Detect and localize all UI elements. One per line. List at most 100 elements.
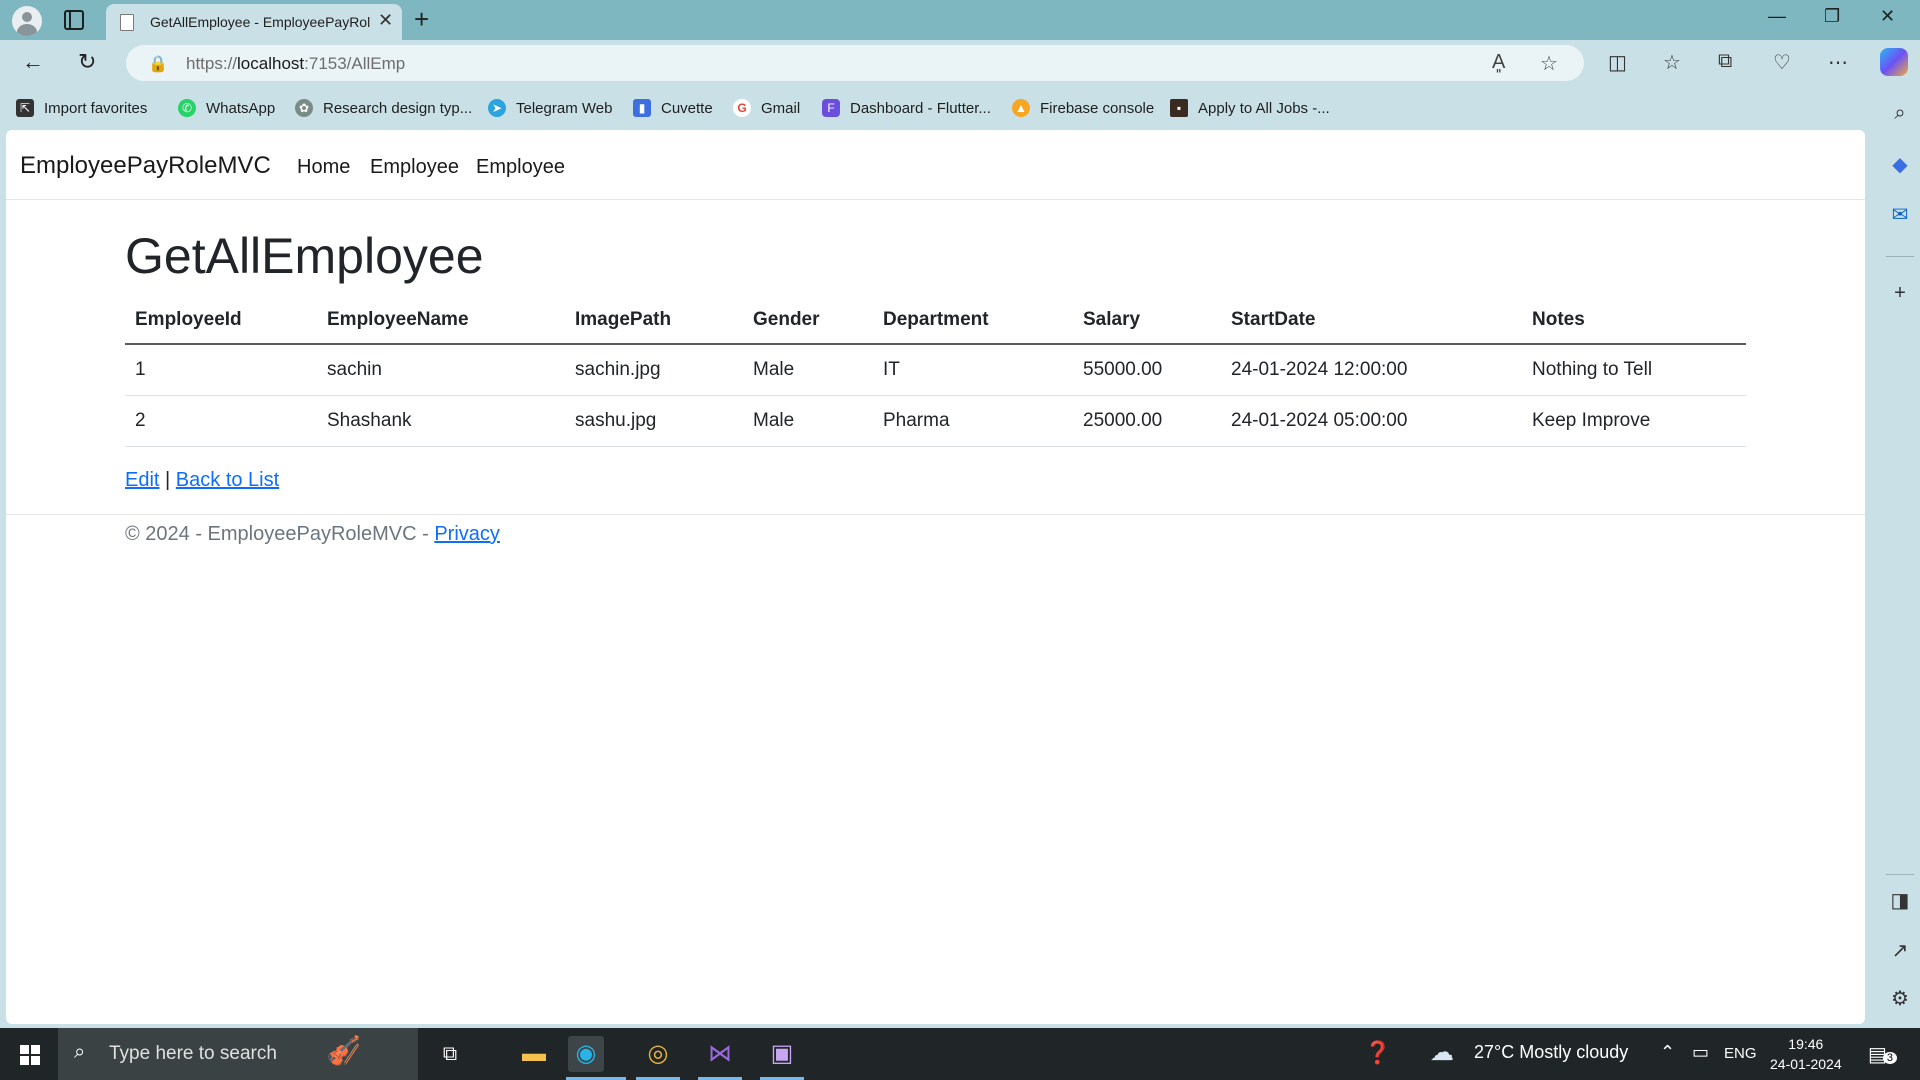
cell-salary: 25000.00 xyxy=(1073,395,1221,447)
favorite-gmail[interactable]: G Gmail xyxy=(733,99,800,117)
search-highlight-icon: 🎻 xyxy=(326,1035,361,1066)
chatgpt-icon: ✿ xyxy=(295,99,313,117)
site-navbar: EmployeePayRoleMVC Home Employee Employe… xyxy=(6,130,1865,200)
taskbar-search[interactable]: ⌕ Type here to search 🎻 xyxy=(58,1028,418,1080)
cell-employee-id: 1 xyxy=(125,344,317,396)
search-placeholder: Type here to search xyxy=(109,1043,277,1064)
edge-sidebar: ⌕ ◆ ✉ + ◨ ↗ ⚙ xyxy=(1880,88,1920,1028)
copilot-icon[interactable] xyxy=(1880,48,1908,76)
back-icon[interactable]: ← xyxy=(22,49,44,75)
sidebar-add-icon[interactable]: + xyxy=(1888,282,1912,305)
cell-image-path: sashu.jpg xyxy=(565,395,743,447)
edge-icon[interactable]: ◉ xyxy=(568,1036,604,1072)
favorites-icon[interactable]: ☆ xyxy=(1663,50,1681,75)
cell-notes: Keep Improve xyxy=(1522,395,1746,447)
file-explorer-icon[interactable]: ▬ xyxy=(516,1036,552,1072)
nav-home[interactable]: Home xyxy=(297,156,350,179)
cell-image-path: sachin.jpg xyxy=(565,344,743,396)
employee-table: EmployeeId EmployeeName ImagePath Gender… xyxy=(125,295,1746,447)
sidebar-outlook-icon[interactable]: ✉ xyxy=(1888,202,1912,227)
nav-employee-2[interactable]: Employee xyxy=(476,156,565,179)
jobs-site-icon: ▪ xyxy=(1170,99,1188,117)
site-brand[interactable]: EmployeePayRoleMVC xyxy=(20,152,271,180)
page-favicon-icon xyxy=(120,14,134,31)
column-header: Department xyxy=(873,295,1073,345)
cell-notes: Nothing to Tell xyxy=(1522,344,1746,396)
column-header: ImagePath xyxy=(565,295,743,345)
clock[interactable]: 19:46 24-01-2024 xyxy=(1770,1034,1842,1074)
whatsapp-icon: ✆ xyxy=(178,99,196,117)
favorite-star-icon[interactable]: ☆ xyxy=(1540,51,1558,76)
active-tab[interactable]: GetAllEmployee - EmployeePayRoleMVC ✕ xyxy=(106,4,402,40)
import-favorites-icon: ⇱ xyxy=(16,99,34,117)
column-header: EmployeeName xyxy=(317,295,565,345)
sidebar-external-icon[interactable]: ↗ xyxy=(1888,938,1912,963)
table-row: 1 sachin sachin.jpg Male IT 55000.00 24-… xyxy=(125,344,1746,396)
tab-actions-icon[interactable] xyxy=(64,10,84,30)
restore-icon[interactable]: ❐ xyxy=(1824,6,1840,27)
profile-avatar-icon[interactable] xyxy=(12,6,42,36)
flutterflow-icon: F xyxy=(822,99,840,117)
tab-title: GetAllEmployee - EmployeePayRoleMVC xyxy=(150,14,370,30)
windows-start-icon[interactable] xyxy=(20,1045,40,1065)
minimize-icon[interactable]: — xyxy=(1768,6,1786,27)
favorite-cuvette[interactable]: ▮ Cuvette xyxy=(633,99,713,117)
visual-studio-icon[interactable]: ⋈ xyxy=(702,1036,738,1072)
telegram-icon: ➤ xyxy=(488,99,506,117)
cell-department: Pharma xyxy=(873,395,1073,447)
lock-icon[interactable]: 🔒 xyxy=(148,54,168,74)
privacy-link[interactable]: Privacy xyxy=(434,523,500,545)
column-header: EmployeeId xyxy=(125,295,317,345)
favorite-research[interactable]: ✿ Research design typ... xyxy=(295,99,472,117)
cuvette-icon: ▮ xyxy=(633,99,651,117)
chrome-icon[interactable]: ◎ xyxy=(640,1036,676,1072)
sidebar-copilot-icon[interactable]: ◆ xyxy=(1888,152,1912,177)
favorite-jobs[interactable]: ▪ Apply to All Jobs -... xyxy=(1170,99,1330,117)
refresh-icon[interactable]: ↻ xyxy=(78,49,96,75)
task-view-icon[interactable]: ⧉ xyxy=(432,1036,468,1072)
language-indicator[interactable]: ENG xyxy=(1724,1045,1757,1062)
edit-link[interactable]: Edit xyxy=(125,469,159,491)
split-screen-icon[interactable]: ◫ xyxy=(1608,50,1627,75)
favorite-firebase[interactable]: ▲ Firebase console xyxy=(1012,99,1154,117)
browser-essentials-icon[interactable]: ♡ xyxy=(1773,50,1791,75)
tab-strip: GetAllEmployee - EmployeePayRoleMVC ✕ + … xyxy=(0,0,1920,40)
nav-employee-1[interactable]: Employee xyxy=(370,156,459,179)
address-bar[interactable]: 🔒 https://localhost:7153/AllEmp A͈ ☆ xyxy=(126,45,1584,81)
column-header: Notes xyxy=(1522,295,1746,345)
collections-icon[interactable]: ⧉ xyxy=(1718,50,1732,73)
cell-start-date: 24-01-2024 12:00:00 xyxy=(1221,344,1522,396)
favorite-telegram[interactable]: ➤ Telegram Web xyxy=(488,99,612,117)
read-aloud-icon[interactable]: A͈ xyxy=(1492,51,1505,74)
cell-employee-name: sachin xyxy=(317,344,565,396)
footer-text: © 2024 - EmployeePayRoleMVC - Privacy xyxy=(125,523,500,546)
tray-chevron-icon[interactable]: ⌃ xyxy=(1660,1042,1675,1063)
more-options-icon[interactable]: ⋯ xyxy=(1828,50,1848,75)
site-footer: © 2024 - EmployeePayRoleMVC - Privacy xyxy=(6,514,1865,545)
help-icon[interactable]: ❓ xyxy=(1364,1040,1391,1066)
favorite-import[interactable]: ⇱ Import favorites xyxy=(16,99,147,117)
action-links: Edit | Back to List xyxy=(125,469,279,492)
notifications-icon[interactable]: ▤3 xyxy=(1868,1042,1898,1067)
weather-text[interactable]: 27°C Mostly cloudy xyxy=(1474,1042,1628,1063)
cell-gender: Male xyxy=(743,395,873,447)
page-title: GetAllEmployee xyxy=(125,228,484,284)
search-icon: ⌕ xyxy=(74,1041,86,1063)
terminal-icon[interactable]: ▣ xyxy=(764,1036,800,1072)
favorite-flutterflow[interactable]: F Dashboard - Flutter... xyxy=(822,99,991,117)
cell-employee-id: 2 xyxy=(125,395,317,447)
sidebar-settings-icon[interactable]: ⚙ xyxy=(1888,986,1912,1011)
cell-start-date: 24-01-2024 05:00:00 xyxy=(1221,395,1522,447)
battery-icon[interactable]: ▭ xyxy=(1692,1042,1709,1063)
column-header: Gender xyxy=(743,295,873,345)
weather-icon[interactable]: ☁ xyxy=(1430,1038,1454,1067)
back-to-list-link[interactable]: Back to List xyxy=(176,469,279,491)
favorite-whatsapp[interactable]: ✆ WhatsApp xyxy=(178,99,275,117)
new-tab-icon[interactable]: + xyxy=(414,4,429,35)
close-tab-icon[interactable]: ✕ xyxy=(378,10,393,31)
sidebar-search-icon[interactable]: ⌕ xyxy=(1888,102,1912,125)
clock-date: 24-01-2024 xyxy=(1770,1056,1842,1072)
close-window-icon[interactable]: ✕ xyxy=(1880,6,1895,27)
sidebar-hide-icon[interactable]: ◨ xyxy=(1888,888,1912,913)
column-header: StartDate xyxy=(1221,295,1522,345)
